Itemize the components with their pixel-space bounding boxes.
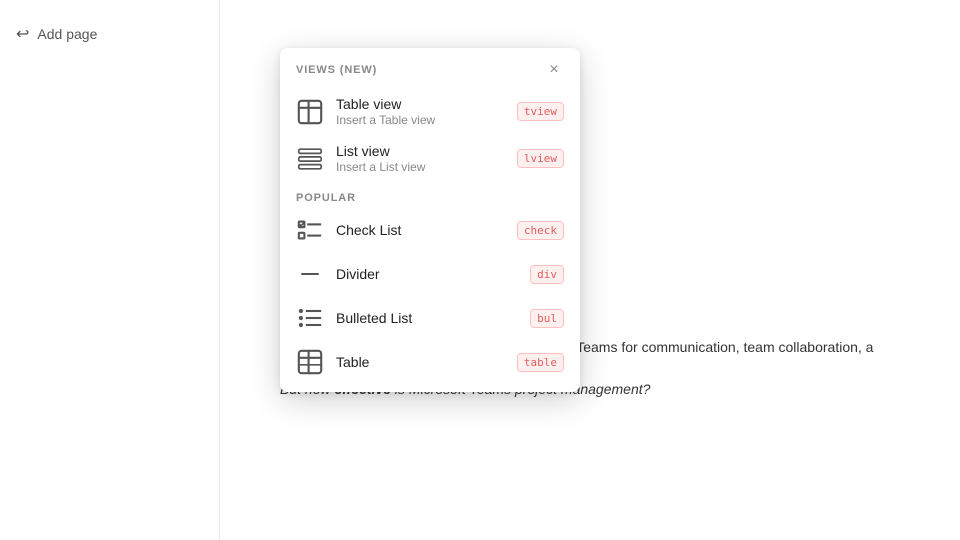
bulleted-list-item[interactable]: Bulleted List bul	[280, 296, 580, 340]
list-view-item[interactable]: List view Insert a List view lview	[280, 135, 580, 182]
table-view-icon	[296, 98, 324, 126]
checklist-shortcut: check	[517, 221, 564, 240]
table-label: Table	[336, 354, 505, 370]
divider-content: Divider	[336, 266, 518, 282]
table-icon	[296, 348, 324, 376]
dropdown-header: VIEWS (NEW) ×	[280, 48, 580, 88]
checklist-item[interactable]: Check List check	[280, 208, 580, 252]
table-content: Table	[336, 354, 505, 370]
divider-icon	[296, 260, 324, 288]
bulleted-list-shortcut: bul	[530, 309, 564, 328]
checklist-icon	[296, 216, 324, 244]
table-item[interactable]: Table table	[280, 340, 580, 384]
table-view-content: Table view Insert a Table view	[336, 96, 505, 127]
table-view-label: Table view	[336, 96, 505, 112]
divider-icon-line	[301, 273, 319, 275]
checklist-content: Check List	[336, 222, 505, 238]
divider-item[interactable]: Divider div	[280, 252, 580, 296]
list-view-shortcut: lview	[517, 149, 564, 168]
table-view-item[interactable]: Table view Insert a Table view tview	[280, 88, 580, 135]
dropdown-close-button[interactable]: ×	[544, 60, 564, 80]
list-view-content: List view Insert a List view	[336, 143, 505, 174]
bulleted-list-content: Bulleted List	[336, 310, 518, 326]
divider-shortcut: div	[530, 265, 564, 284]
table-shortcut: table	[517, 353, 564, 372]
table-view-shortcut: tview	[517, 102, 564, 121]
dropdown-title: VIEWS (NEW)	[296, 64, 377, 76]
list-view-icon	[296, 145, 324, 173]
table-view-desc: Insert a Table view	[336, 113, 505, 127]
add-page-button[interactable]: ↩ Add page	[0, 16, 219, 52]
add-page-icon: ↩	[16, 24, 29, 44]
bulleted-list-icon	[296, 304, 324, 332]
views-dropdown: VIEWS (NEW) × Table view Insert a Table …	[280, 48, 580, 392]
bulleted-list-label: Bulleted List	[336, 310, 518, 326]
list-view-desc: Insert a List view	[336, 160, 505, 174]
add-page-label: Add page	[37, 26, 97, 42]
divider-label: Divider	[336, 266, 518, 282]
popular-section-title: POPULAR	[280, 182, 580, 208]
list-view-label: List view	[336, 143, 505, 159]
checklist-label: Check List	[336, 222, 505, 238]
sidebar: ↩ Add page	[0, 0, 220, 540]
